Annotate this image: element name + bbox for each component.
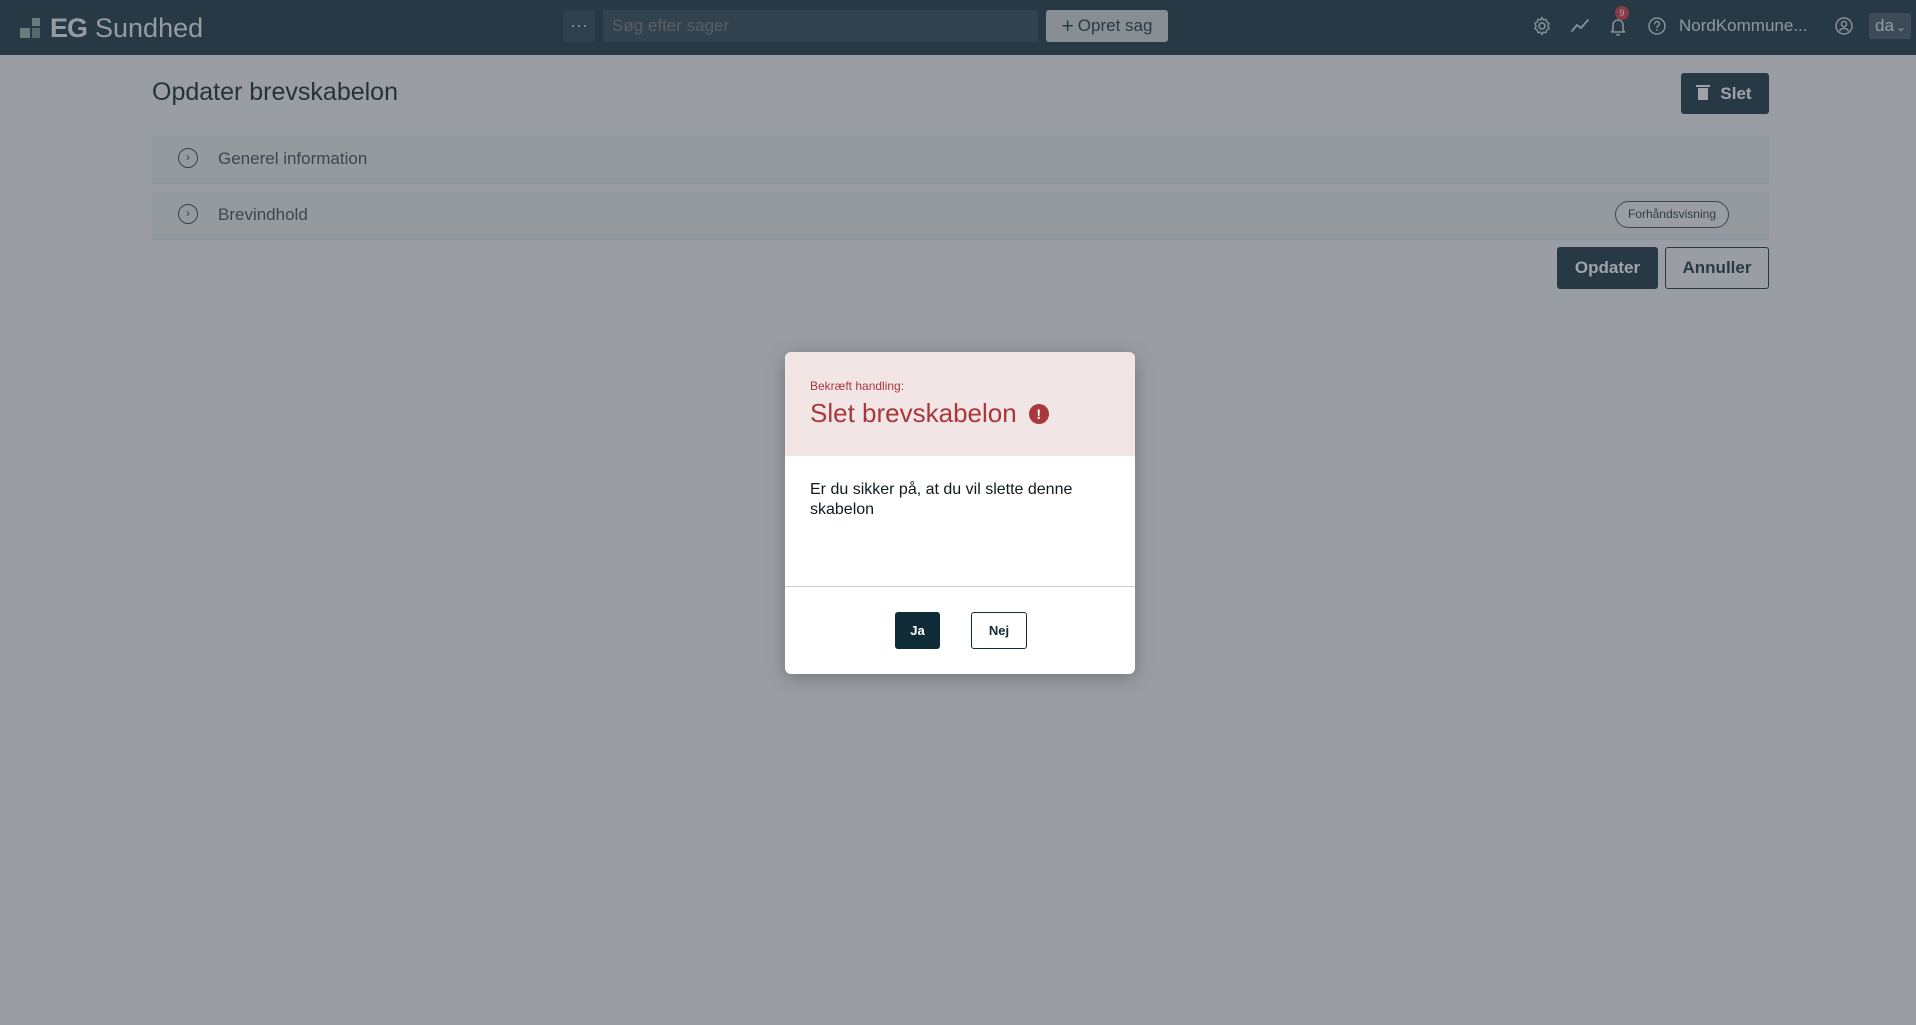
warning-icon: ! [1028,403,1049,424]
divider [785,586,1135,587]
dialog-message: Er du sikker på, at du vil slette denne … [810,481,1073,518]
dialog-title-text: Slet brevskabelon [810,398,1017,428]
dialog-title: Slet brevskabelon ! [810,398,1049,429]
dialog-kicker: Bekræft handling: [810,379,905,393]
confirm-yes-button[interactable]: Ja [895,612,940,649]
confirm-no-button[interactable]: Nej [971,612,1027,649]
dialog-header: Bekræft handling: Slet brevskabelon ! [785,352,1135,456]
confirm-delete-dialog: Bekræft handling: Slet brevskabelon ! Er… [785,352,1135,674]
